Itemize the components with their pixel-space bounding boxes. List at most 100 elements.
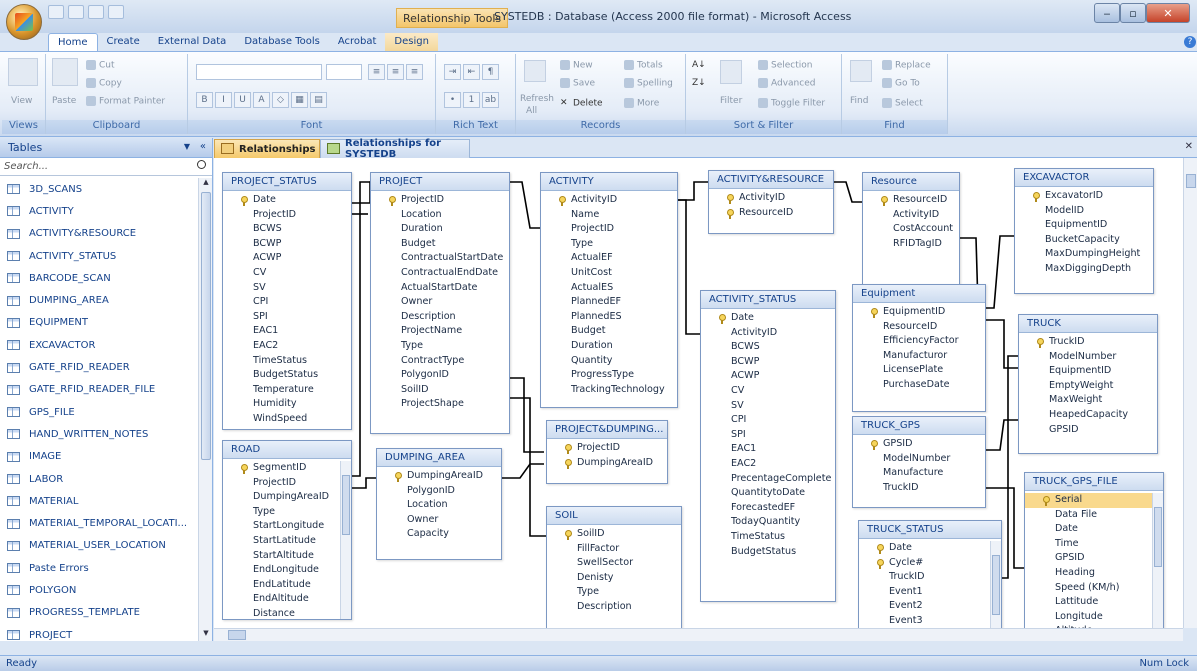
- table-field[interactable]: ACWP: [701, 369, 835, 384]
- primary-key-field[interactable]: ProjectID: [547, 441, 667, 456]
- table-field[interactable]: Quantity: [541, 354, 677, 369]
- table-title[interactable]: EXCAVACTOR: [1015, 169, 1153, 187]
- table-title[interactable]: ACTIVITY: [541, 173, 677, 191]
- alt-fill-icon[interactable]: ▤: [310, 92, 327, 108]
- table-field[interactable]: RFIDTagID: [863, 237, 959, 252]
- table-field[interactable]: GPSID: [1025, 551, 1152, 566]
- table-field[interactable]: Type: [223, 505, 340, 520]
- underline-button[interactable]: U: [234, 92, 251, 108]
- table-resource[interactable]: Resource ResourceID ActivityID CostAccount R…: [862, 172, 960, 296]
- office-button[interactable]: [6, 4, 42, 40]
- primary-key-field[interactable]: SoilID: [547, 527, 681, 542]
- table-field[interactable]: QuantitytoDate: [701, 486, 835, 501]
- table-field[interactable]: EAC2: [701, 457, 835, 472]
- table-field[interactable]: PrecentageComplete: [701, 472, 835, 487]
- table-field[interactable]: TruckID: [859, 570, 990, 585]
- list-item[interactable]: ACTIVITY_STATUS: [0, 245, 198, 267]
- refresh-button[interactable]: Refresh: [520, 94, 554, 104]
- table-field[interactable]: BudgetStatus: [701, 545, 835, 560]
- list-item[interactable]: MATERIAL: [0, 490, 198, 512]
- table-field[interactable]: Manufacture: [853, 466, 985, 481]
- close-document-icon[interactable]: ✕: [1185, 141, 1193, 152]
- table-field[interactable]: SPI: [223, 310, 351, 325]
- tab-relationships-for-systedb[interactable]: Relationships for SYSTEDB: [320, 138, 470, 160]
- table-field[interactable]: ModelNumber: [1019, 350, 1157, 365]
- table-field[interactable]: HeapedCapacity: [1019, 408, 1157, 423]
- table-field[interactable]: BucketCapacity: [1015, 233, 1153, 248]
- list-item[interactable]: GATE_RFID_READER: [0, 356, 198, 378]
- table-field[interactable]: MaxDumpingHeight: [1015, 247, 1153, 262]
- table-field[interactable]: PolygonID: [371, 368, 509, 383]
- table-field[interactable]: ProjectID: [223, 476, 340, 491]
- table-field[interactable]: ForecastedEF: [701, 501, 835, 516]
- list-item[interactable]: GPS_FILE: [0, 401, 198, 423]
- primary-key-field[interactable]: Cycle#: [859, 556, 990, 571]
- table-title[interactable]: ROAD: [223, 441, 351, 459]
- table-field[interactable]: ActualEF: [541, 251, 677, 266]
- copy-button[interactable]: Copy: [99, 79, 122, 89]
- table-field[interactable]: SoilID: [371, 383, 509, 398]
- primary-key-field[interactable]: ActivityID: [709, 191, 833, 206]
- table-project-dumping-area[interactable]: PROJECT&DUMPING... ProjectID DumpingAreaID: [546, 420, 668, 484]
- table-field[interactable]: BCWS: [701, 340, 835, 355]
- list-item[interactable]: MATERIAL_USER_LOCATION: [0, 535, 198, 557]
- help-icon[interactable]: ?: [1184, 36, 1196, 48]
- table-field[interactable]: ActivityID: [863, 208, 959, 223]
- tab-database-tools[interactable]: Database Tools: [235, 33, 329, 51]
- table-field[interactable]: PolygonID: [377, 484, 501, 499]
- search-input[interactable]: Search...: [0, 158, 212, 176]
- primary-key-field[interactable]: Date: [859, 541, 990, 556]
- table-title[interactable]: ACTIVITY_STATUS: [701, 291, 835, 309]
- table-soil[interactable]: SOIL SoilID FillFactor SwellSector Denisty Ty…: [546, 506, 682, 628]
- table-field[interactable]: TimeStatus: [223, 354, 351, 369]
- undo-icon[interactable]: [68, 5, 84, 19]
- customize-qat-icon[interactable]: [108, 5, 124, 19]
- table-field[interactable]: Budget: [371, 237, 509, 252]
- align-left-icon[interactable]: ≡: [368, 64, 385, 80]
- nav-pane-header[interactable]: Tables ▼ «: [0, 138, 212, 158]
- table-field[interactable]: Speed (KM/h): [1025, 581, 1152, 596]
- table-field[interactable]: CostAccount: [863, 222, 959, 237]
- tab-relationships[interactable]: Relationships: [214, 139, 320, 158]
- goto-button[interactable]: Go To: [895, 79, 920, 89]
- table-title[interactable]: DUMPING_AREA: [377, 449, 501, 467]
- table-field[interactable]: ProjectShape: [371, 397, 509, 412]
- primary-key-field[interactable]: ExcavatorID: [1015, 189, 1153, 204]
- table-field[interactable]: ProjectName: [371, 324, 509, 339]
- table-field[interactable]: ModelNumber: [853, 452, 985, 467]
- list-item[interactable]: GATE_RFID_READER_FILE: [0, 379, 198, 401]
- table-field[interactable]: WindSpeed: [223, 412, 351, 427]
- align-center-icon[interactable]: ≡: [387, 64, 404, 80]
- advanced-button[interactable]: Advanced: [771, 79, 815, 89]
- table-field[interactable]: Location: [377, 498, 501, 513]
- table-field[interactable]: Longitude: [1025, 610, 1152, 625]
- paste-button[interactable]: Paste: [52, 96, 76, 106]
- scroll-down-icon[interactable]: ▼: [199, 629, 213, 641]
- table-field[interactable]: Event1: [859, 585, 990, 600]
- primary-key-field[interactable]: Serial: [1025, 493, 1152, 508]
- list-item[interactable]: ACTIVITY: [0, 200, 198, 222]
- table-field[interactable]: Date: [1025, 522, 1152, 537]
- table-field[interactable]: ResourceID: [853, 320, 985, 335]
- outdent-icon[interactable]: ⇤: [463, 64, 480, 80]
- new-record-button[interactable]: New: [573, 61, 593, 71]
- italic-button[interactable]: I: [215, 92, 232, 108]
- table-truck-gps[interactable]: TRUCK_GPS GPSID ModelNumber Manufacture Truc…: [852, 416, 986, 508]
- table-field[interactable]: UnitCost: [541, 266, 677, 281]
- replace-button[interactable]: Replace: [895, 61, 931, 71]
- list-item[interactable]: IMAGE: [0, 446, 198, 468]
- list-item[interactable]: EXCAVACTOR: [0, 334, 198, 356]
- view-button[interactable]: View: [11, 96, 32, 106]
- table-title[interactable]: Resource: [863, 173, 959, 191]
- filter-button[interactable]: Filter: [720, 96, 742, 106]
- table-field[interactable]: ActualStartDate: [371, 281, 509, 296]
- totals-button[interactable]: Totals: [637, 61, 663, 71]
- table-scrollbar[interactable]: [340, 461, 351, 619]
- list-item[interactable]: EQUIPMENT: [0, 312, 198, 334]
- select-button[interactable]: Select: [895, 99, 923, 109]
- table-field[interactable]: ActualES: [541, 281, 677, 296]
- table-field[interactable]: EndLatitude: [223, 578, 340, 593]
- table-field[interactable]: Event3: [859, 614, 990, 628]
- toggle-filter-button[interactable]: Toggle Filter: [771, 99, 825, 109]
- tab-acrobat[interactable]: Acrobat: [329, 33, 386, 51]
